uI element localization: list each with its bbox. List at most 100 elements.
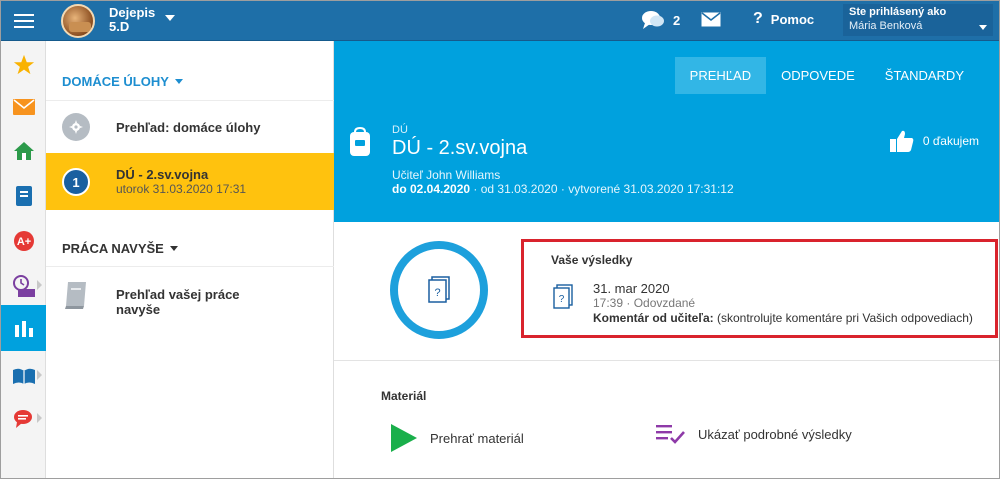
submission-date[interactable]: 31. mar 2020 bbox=[593, 281, 670, 296]
submission-status: Odovzdané bbox=[633, 296, 696, 310]
user-menu[interactable]: Ste prihlásený ako Mária Benková bbox=[843, 4, 993, 36]
homework-header: PREHĽAD ODPOVEDE ŠTANDARDY DÚ DÚ - 2.sv.… bbox=[334, 41, 999, 222]
subject-class: 5.D bbox=[109, 19, 130, 34]
envelope-icon bbox=[701, 12, 721, 27]
view-tabs: PREHĽAD ODPOVEDE ŠTANDARDY bbox=[674, 57, 979, 94]
menu-button[interactable] bbox=[1, 1, 46, 41]
chevron-right-icon bbox=[37, 370, 42, 380]
thumbs-up-icon bbox=[889, 130, 914, 152]
rail-results[interactable] bbox=[1, 305, 46, 351]
homework-item-title: DÚ - 2.sv.vojna bbox=[116, 167, 209, 182]
chevron-down-icon[interactable] bbox=[165, 15, 175, 21]
mail-icon bbox=[12, 99, 35, 115]
dot-separator: · bbox=[626, 296, 634, 310]
rail-home[interactable] bbox=[1, 131, 46, 171]
book-icon bbox=[12, 368, 35, 384]
submission-time-status: 17:39 · Odovzdané bbox=[593, 296, 695, 310]
created-date: vytvorené 31.03.2020 17:31:12 bbox=[568, 182, 734, 196]
teacher-name: Učiteľ John Williams bbox=[392, 168, 501, 182]
section-divider bbox=[334, 360, 999, 361]
rail-library[interactable] bbox=[1, 356, 46, 396]
user-label: Ste prihlásený ako bbox=[849, 6, 947, 18]
play-material-label: Prehrať materiál bbox=[430, 430, 524, 446]
messages-button[interactable]: 2 bbox=[641, 10, 680, 30]
tab-standards[interactable]: ŠTANDARDY bbox=[870, 57, 979, 94]
mail-button[interactable] bbox=[701, 12, 721, 27]
svg-text:A+: A+ bbox=[16, 236, 30, 248]
comment-label: Komentár od učiteľa: bbox=[593, 311, 714, 325]
play-material-button[interactable]: Prehrať materiál bbox=[390, 423, 524, 453]
homework-item-selected[interactable]: 1 DÚ - 2.sv.vojna utorok 31.03.2020 17:3… bbox=[46, 153, 334, 210]
rail-discussion[interactable] bbox=[1, 399, 46, 439]
overview-homework-label: Prehľad: domáce úlohy bbox=[116, 120, 261, 135]
homework-number-badge: 1 bbox=[62, 168, 90, 196]
homework-item-date: utorok 31.03.2020 17:31 bbox=[116, 182, 247, 196]
chat-icon bbox=[13, 410, 32, 428]
material-heading: Materiál bbox=[381, 389, 427, 403]
home-icon bbox=[13, 142, 34, 160]
question-icon: ? bbox=[753, 10, 763, 27]
due-date: do 02.04.2020 bbox=[392, 182, 471, 196]
rail-grades[interactable]: A+ bbox=[1, 221, 46, 261]
app-window: Dejepis 5.D 2 ? Pomoc Ste prihlásený ako… bbox=[0, 0, 1000, 479]
top-bar: Dejepis 5.D 2 ? Pomoc Ste prihlásený ako… bbox=[1, 1, 999, 41]
submission-time: 17:39 bbox=[593, 296, 624, 310]
icon-rail: A+ bbox=[1, 41, 46, 478]
homework-section-toggle[interactable]: DOMÁCE ÚLOHY bbox=[62, 74, 183, 89]
menu-line bbox=[13, 14, 34, 16]
comment-text: (skontrolujte komentáre pri Vašich odpov… bbox=[716, 311, 973, 325]
chevron-down-icon bbox=[979, 25, 987, 30]
svg-text:?: ? bbox=[559, 294, 565, 305]
tab-overview[interactable]: PREHĽAD bbox=[674, 57, 767, 94]
help-label: Pomoc bbox=[770, 11, 815, 27]
backpack-icon bbox=[350, 127, 370, 156]
subject-name: Dejepis bbox=[109, 5, 156, 20]
subject-avatar[interactable] bbox=[61, 4, 95, 38]
document-question-icon[interactable]: ? bbox=[553, 284, 573, 310]
extra-work-section-toggle[interactable]: PRÁCA NAVYŠE bbox=[62, 241, 178, 256]
show-details-button[interactable]: Ukázať podrobné výsledky bbox=[656, 423, 852, 445]
progress-ring: ? bbox=[390, 241, 488, 339]
main-content: PREHĽAD ODPOVEDE ŠTANDARDY DÚ DÚ - 2.sv.… bbox=[334, 41, 999, 478]
document-question-icon: ? bbox=[428, 276, 450, 303]
homework-dates: do 02.04.2020 · od 31.03.2020 · vytvoren… bbox=[392, 182, 734, 196]
play-icon bbox=[391, 424, 417, 452]
teacher-comment: Komentár od učiteľa: (skontrolujte komen… bbox=[593, 311, 973, 325]
thanks-count: 0 ďakujem bbox=[922, 134, 979, 148]
thanks-button[interactable]: 0 ďakujem bbox=[889, 129, 979, 153]
chat-bubbles-icon bbox=[642, 11, 664, 29]
chevron-down-icon bbox=[169, 246, 178, 251]
rail-favorites[interactable] bbox=[1, 45, 46, 85]
rail-notebook[interactable] bbox=[1, 176, 46, 216]
bar-chart-icon bbox=[14, 321, 33, 337]
assignments-panel: DOMÁCE ÚLOHY Prehľad: domáce úlohy 1 DÚ … bbox=[46, 41, 334, 478]
chevron-right-icon bbox=[37, 413, 42, 423]
grade-icon: A+ bbox=[13, 231, 34, 251]
tab-answers[interactable]: ODPOVEDE bbox=[766, 57, 870, 94]
homework-type: DÚ bbox=[392, 124, 408, 136]
messages-count: 2 bbox=[673, 12, 681, 28]
results-heading: Vaše výsledky bbox=[551, 253, 633, 267]
show-details-label: Ukázať podrobné výsledky bbox=[698, 426, 852, 442]
notebook-icon bbox=[65, 282, 86, 309]
rail-mail[interactable] bbox=[1, 87, 46, 127]
svg-text:?: ? bbox=[434, 287, 440, 299]
gear-glyph bbox=[69, 120, 83, 134]
results-box: Vaše výsledky ? 31. mar 2020 17:39 · Odo… bbox=[521, 239, 998, 338]
gear-icon bbox=[62, 113, 90, 141]
homework-section-title: DOMÁCE ÚLOHY bbox=[62, 74, 169, 89]
extra-work-overview-item[interactable]: Prehľad vašej práce navyše bbox=[46, 266, 334, 326]
help-button[interactable]: ? Pomoc bbox=[753, 10, 814, 28]
menu-line bbox=[13, 26, 34, 28]
menu-line bbox=[13, 20, 34, 22]
chevron-right-icon bbox=[37, 280, 42, 290]
schedule-icon bbox=[12, 275, 35, 297]
chevron-down-icon bbox=[174, 79, 183, 84]
rail-schedule[interactable] bbox=[1, 266, 46, 306]
extra-work-overview-label: Prehľad vašej práce navyše bbox=[116, 287, 240, 317]
subject-switcher[interactable]: Dejepis 5.D bbox=[109, 6, 155, 34]
checklist-icon bbox=[656, 425, 685, 444]
overview-homework-item[interactable]: Prehľad: domáce úlohy bbox=[46, 100, 334, 153]
dot-separator: · bbox=[473, 182, 481, 196]
notebook-icon bbox=[15, 186, 32, 206]
